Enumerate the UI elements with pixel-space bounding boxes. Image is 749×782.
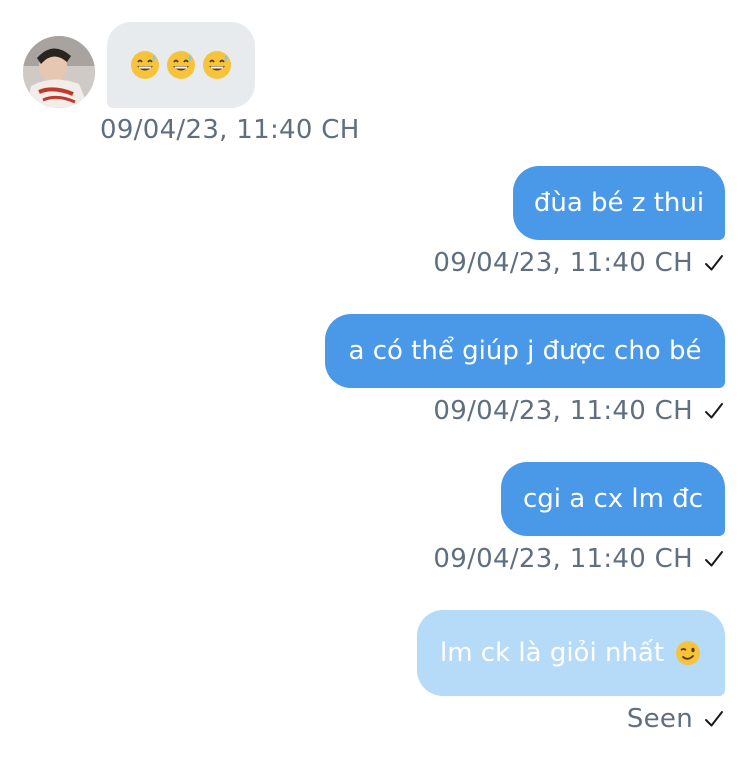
message-text: lm ck là giỏi nhất: [439, 638, 665, 668]
winking-face-emoji-icon: [676, 641, 701, 665]
timestamp-text: 09/04/23, 11:40 CH: [433, 396, 693, 426]
message-text: a có thể giúp j được cho bé: [348, 336, 702, 366]
message-text: đùa bé z thui: [533, 188, 705, 218]
seen-status: Seen: [627, 704, 725, 734]
outgoing-message-bubble[interactable]: lm ck là giỏi nhất: [417, 610, 725, 696]
seen-check-icon: [705, 711, 723, 727]
sent-check-icon: [705, 551, 723, 567]
outgoing-meta: 09/04/23, 11:40 CH: [433, 544, 725, 574]
outgoing-meta: 09/04/23, 11:40 CH: [433, 396, 725, 426]
timestamp-text: 09/04/23, 11:40 CH: [100, 115, 360, 145]
avatar-photo: [23, 36, 95, 108]
incoming-timestamp: 09/04/23, 11:40 CH: [100, 115, 360, 145]
outgoing-message-bubble[interactable]: cgi a cx lm đc: [501, 462, 725, 536]
message-text: cgi a cx lm đc: [522, 484, 704, 514]
outgoing-message-bubble[interactable]: đùa bé z thui: [513, 166, 725, 240]
sent-check-icon: [705, 403, 723, 419]
grinning-sweat-emoji-icon: [167, 51, 195, 79]
timestamp-text: 09/04/23, 11:40 CH: [433, 248, 693, 278]
avatar[interactable]: [23, 36, 95, 108]
outgoing-meta: 09/04/23, 11:40 CH: [433, 248, 725, 278]
grinning-sweat-emoji-icon: [203, 51, 231, 79]
outgoing-message-bubble[interactable]: a có thể giúp j được cho bé: [325, 314, 725, 388]
incoming-message-bubble[interactable]: [107, 22, 255, 108]
status-text: Seen: [626, 704, 693, 734]
grinning-sweat-emoji-icon: [131, 51, 159, 79]
timestamp-text: 09/04/23, 11:40 CH: [433, 544, 693, 574]
sent-check-icon: [705, 255, 723, 271]
